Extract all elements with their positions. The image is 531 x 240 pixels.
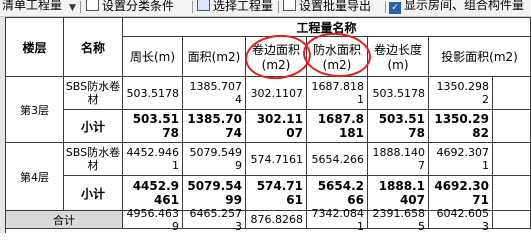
edge-length-cell[interactable]: 1888.1407 xyxy=(368,143,429,176)
area-cell[interactable]: 1385.7074 xyxy=(183,77,246,110)
select-quantity-button[interactable]: 选择工程量 xyxy=(197,0,273,13)
header-projection-area[interactable]: 投影面积(m2) xyxy=(429,37,531,77)
header-edge-area[interactable]: 卷边面积(m2) xyxy=(246,37,307,77)
total-perimeter-cell[interactable]: 4956.4639 xyxy=(123,207,183,233)
checkmark-icon: ✓ xyxy=(389,2,401,14)
material-name-cell[interactable]: SBS防水卷材 xyxy=(64,77,123,110)
empty-cell xyxy=(493,143,531,176)
total-edge-area-cell[interactable]: 876.8268 xyxy=(246,211,307,229)
perimeter-cell[interactable]: 4452.9461 xyxy=(123,143,183,176)
toolbar-separator xyxy=(385,1,386,13)
edge-area-cell[interactable]: 302.1107 xyxy=(246,77,307,110)
edge-length-cell[interactable]: 503.5178 xyxy=(368,77,429,110)
subtotal-edge-area-cell[interactable]: 302.1107 xyxy=(246,110,307,143)
subtotal-perimeter-cell[interactable]: 503.5178 xyxy=(123,110,183,143)
subtotal-label: 小计 xyxy=(64,110,123,143)
classification-icon xyxy=(86,0,99,11)
total-waterproof-area-cell[interactable]: 7342.0841 xyxy=(307,207,368,233)
projection-area-cell[interactable]: 1350.2982 xyxy=(429,77,493,110)
empty-cell xyxy=(493,77,531,110)
select-quantity-label: 选择工程量 xyxy=(213,0,274,13)
chevron-down-icon[interactable]: ▼ xyxy=(69,1,76,15)
total-label: 合计 xyxy=(6,211,123,229)
bill-quantity-label: 清单工程量 xyxy=(2,0,63,12)
batch-export-icon xyxy=(283,0,296,11)
header-waterproof-area[interactable]: 防水面积(m2) xyxy=(307,37,368,77)
header-perimeter[interactable]: 周长(m) xyxy=(123,37,183,77)
set-classification-label: 设置分类条件 xyxy=(102,0,175,13)
total-projection-area-cell[interactable]: 6042.6053 xyxy=(429,207,493,233)
subtotal-label: 小计 xyxy=(64,176,123,211)
empty-cell xyxy=(493,211,531,229)
select-quantity-icon xyxy=(197,0,210,11)
total-area-cell[interactable]: 6465.2573 xyxy=(183,207,246,233)
subtotal-edge-area-cell[interactable]: 574.7161 xyxy=(246,176,307,211)
toolbar: 清单工程量 ▼ 设置分类条件 选择工程量 设置批量导出 ✓ 显示房间、组合构件量 xyxy=(0,0,531,17)
subtotal-area-cell[interactable]: 1385.7074 xyxy=(183,110,246,143)
header-floor[interactable]: 楼层 xyxy=(6,17,64,77)
floor-cell[interactable]: 第4层 xyxy=(6,143,64,211)
total-edge-length-cell[interactable]: 2391.6585 xyxy=(368,207,429,233)
edge-area-cell[interactable]: 574.7161 xyxy=(246,143,307,176)
empty-cell xyxy=(493,176,531,211)
waterproof-area-cell[interactable]: 1687.8181 xyxy=(307,77,368,110)
waterproof-area-cell[interactable]: 5654.266 xyxy=(307,143,368,176)
subtotal-edge-length-cell[interactable]: 503.5178 xyxy=(368,110,429,143)
show-room-checkbox[interactable]: ✓ 显示房间、组合构件量 xyxy=(389,0,524,14)
batch-export-label: 设置批量导出 xyxy=(299,0,372,13)
area-cell[interactable]: 5079.5499 xyxy=(183,143,246,176)
header-quantity-group: 工程量名称 xyxy=(123,17,531,37)
empty-cell xyxy=(493,110,531,143)
perimeter-cell[interactable]: 503.5178 xyxy=(123,77,183,110)
toolbar-separator xyxy=(278,1,279,13)
toolbar-separator xyxy=(80,1,81,13)
toolbar-separator xyxy=(192,1,193,13)
set-classification-button[interactable]: 设置分类条件 xyxy=(86,0,174,13)
quantity-table: 楼层 名称 工程量名称 周长(m) 面积(m2) 卷边面积(m2) 防水面积(m… xyxy=(0,17,531,233)
subtotal-projection-area-cell[interactable]: 1350.2982 xyxy=(429,110,493,143)
bill-quantity-dropdown[interactable]: 清单工程量 xyxy=(2,0,62,12)
show-room-label: 显示房间、组合构件量 xyxy=(404,0,525,12)
projection-area-cell[interactable]: 4692.3071 xyxy=(429,143,493,176)
subtotal-waterproof-area-cell[interactable]: 1687.8181 xyxy=(307,110,368,143)
batch-export-button[interactable]: 设置批量导出 xyxy=(283,0,371,13)
floor-cell[interactable]: 第3层 xyxy=(6,77,64,143)
header-edge-length[interactable]: 卷边长度(m) xyxy=(368,37,429,77)
header-name[interactable]: 名称 xyxy=(64,17,123,77)
header-area[interactable]: 面积(m2) xyxy=(183,37,246,77)
material-name-cell[interactable]: SBS防水卷材 xyxy=(64,143,123,176)
